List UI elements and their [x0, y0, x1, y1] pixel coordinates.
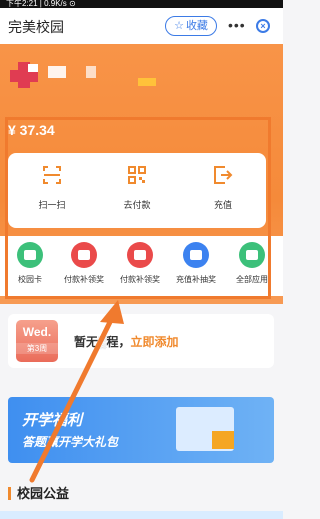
annotation-arrow: [29, 300, 124, 483]
